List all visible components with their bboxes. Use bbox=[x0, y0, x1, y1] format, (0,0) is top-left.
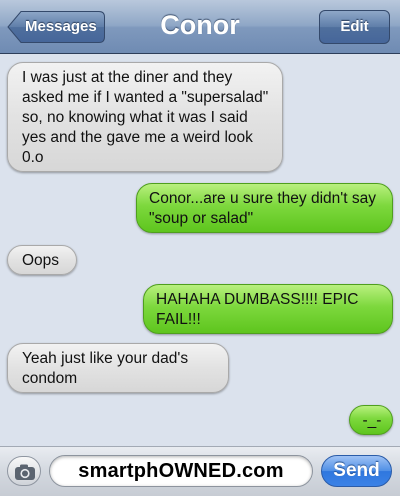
message-bubble-outgoing: HAHAHA DUMBASS!!!! EPIC FAIL!!! bbox=[143, 284, 393, 334]
message-composer: smartphOWNED.com Send bbox=[0, 446, 400, 496]
camera-icon bbox=[15, 464, 35, 480]
message-bubble-incoming: Oops bbox=[7, 245, 77, 275]
message-bubble-outgoing: Conor...are u sure they didn't say "soup… bbox=[136, 183, 393, 233]
message-input[interactable]: smartphOWNED.com bbox=[49, 455, 313, 487]
message-bubble-incoming: Yeah just like your dad's condom bbox=[7, 343, 229, 393]
navigation-bar: Messages Conor Edit bbox=[0, 0, 400, 54]
message-text: -_- bbox=[362, 412, 382, 429]
edit-button[interactable]: Edit bbox=[319, 10, 390, 44]
message-text: Yeah just like your dad's condom bbox=[22, 350, 189, 387]
message-text: HAHAHA DUMBASS!!!! EPIC FAIL!!! bbox=[156, 291, 359, 328]
message-text: I was just at the diner and they asked m… bbox=[22, 69, 269, 166]
send-button[interactable]: Send bbox=[321, 455, 392, 487]
camera-button[interactable] bbox=[7, 456, 41, 486]
message-bubble-incoming: I was just at the diner and they asked m… bbox=[7, 62, 283, 172]
message-bubble-outgoing: -_- bbox=[349, 405, 393, 435]
message-text: Conor...are u sure they didn't say "soup… bbox=[149, 190, 376, 227]
message-text: Oops bbox=[22, 252, 60, 269]
